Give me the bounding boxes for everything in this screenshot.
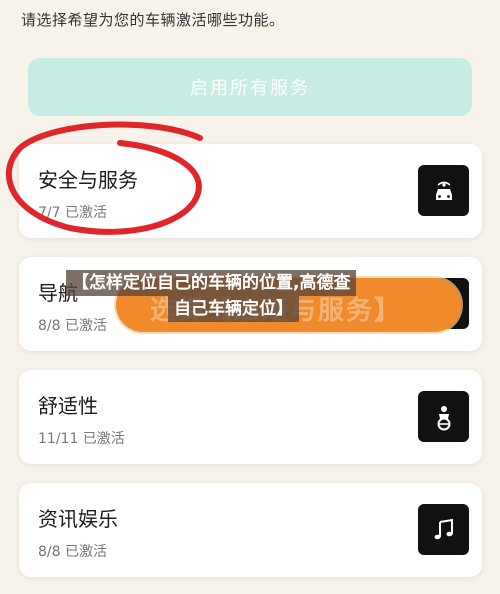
card-status: 8/8 已激活 xyxy=(38,544,107,560)
card-title: 资讯娱乐 xyxy=(38,507,118,531)
card-comfort[interactable]: 舒适性 11/11 已激活 xyxy=(19,370,482,464)
card-safety-service[interactable]: 安全与服务 7/7 已激活 xyxy=(19,144,482,238)
card-status: 7/7 已激活 xyxy=(38,205,107,221)
seat-comfort-icon xyxy=(418,391,469,442)
caption-banner-line2: 自己车辆定位】 xyxy=(168,296,299,322)
card-status: 11/11 已激活 xyxy=(38,431,125,447)
card-status: 8/8 已激活 xyxy=(38,318,107,334)
card-infotainment[interactable]: 资讯娱乐 8/8 已激活 xyxy=(19,483,482,577)
enable-all-services-button[interactable]: 启用所有服务 xyxy=(28,58,472,116)
caption-banner-line1: 【怎样定位自己的车辆的位置,高德查 xyxy=(66,270,357,296)
car-front-icon xyxy=(418,165,469,216)
card-title: 舒适性 xyxy=(38,394,98,418)
enable-all-label: 启用所有服务 xyxy=(190,78,310,99)
music-note-icon xyxy=(418,504,469,555)
intro-text: 请选择希望为您的车辆激活哪些功能。 xyxy=(21,11,285,29)
card-title: 安全与服务 xyxy=(38,168,138,192)
